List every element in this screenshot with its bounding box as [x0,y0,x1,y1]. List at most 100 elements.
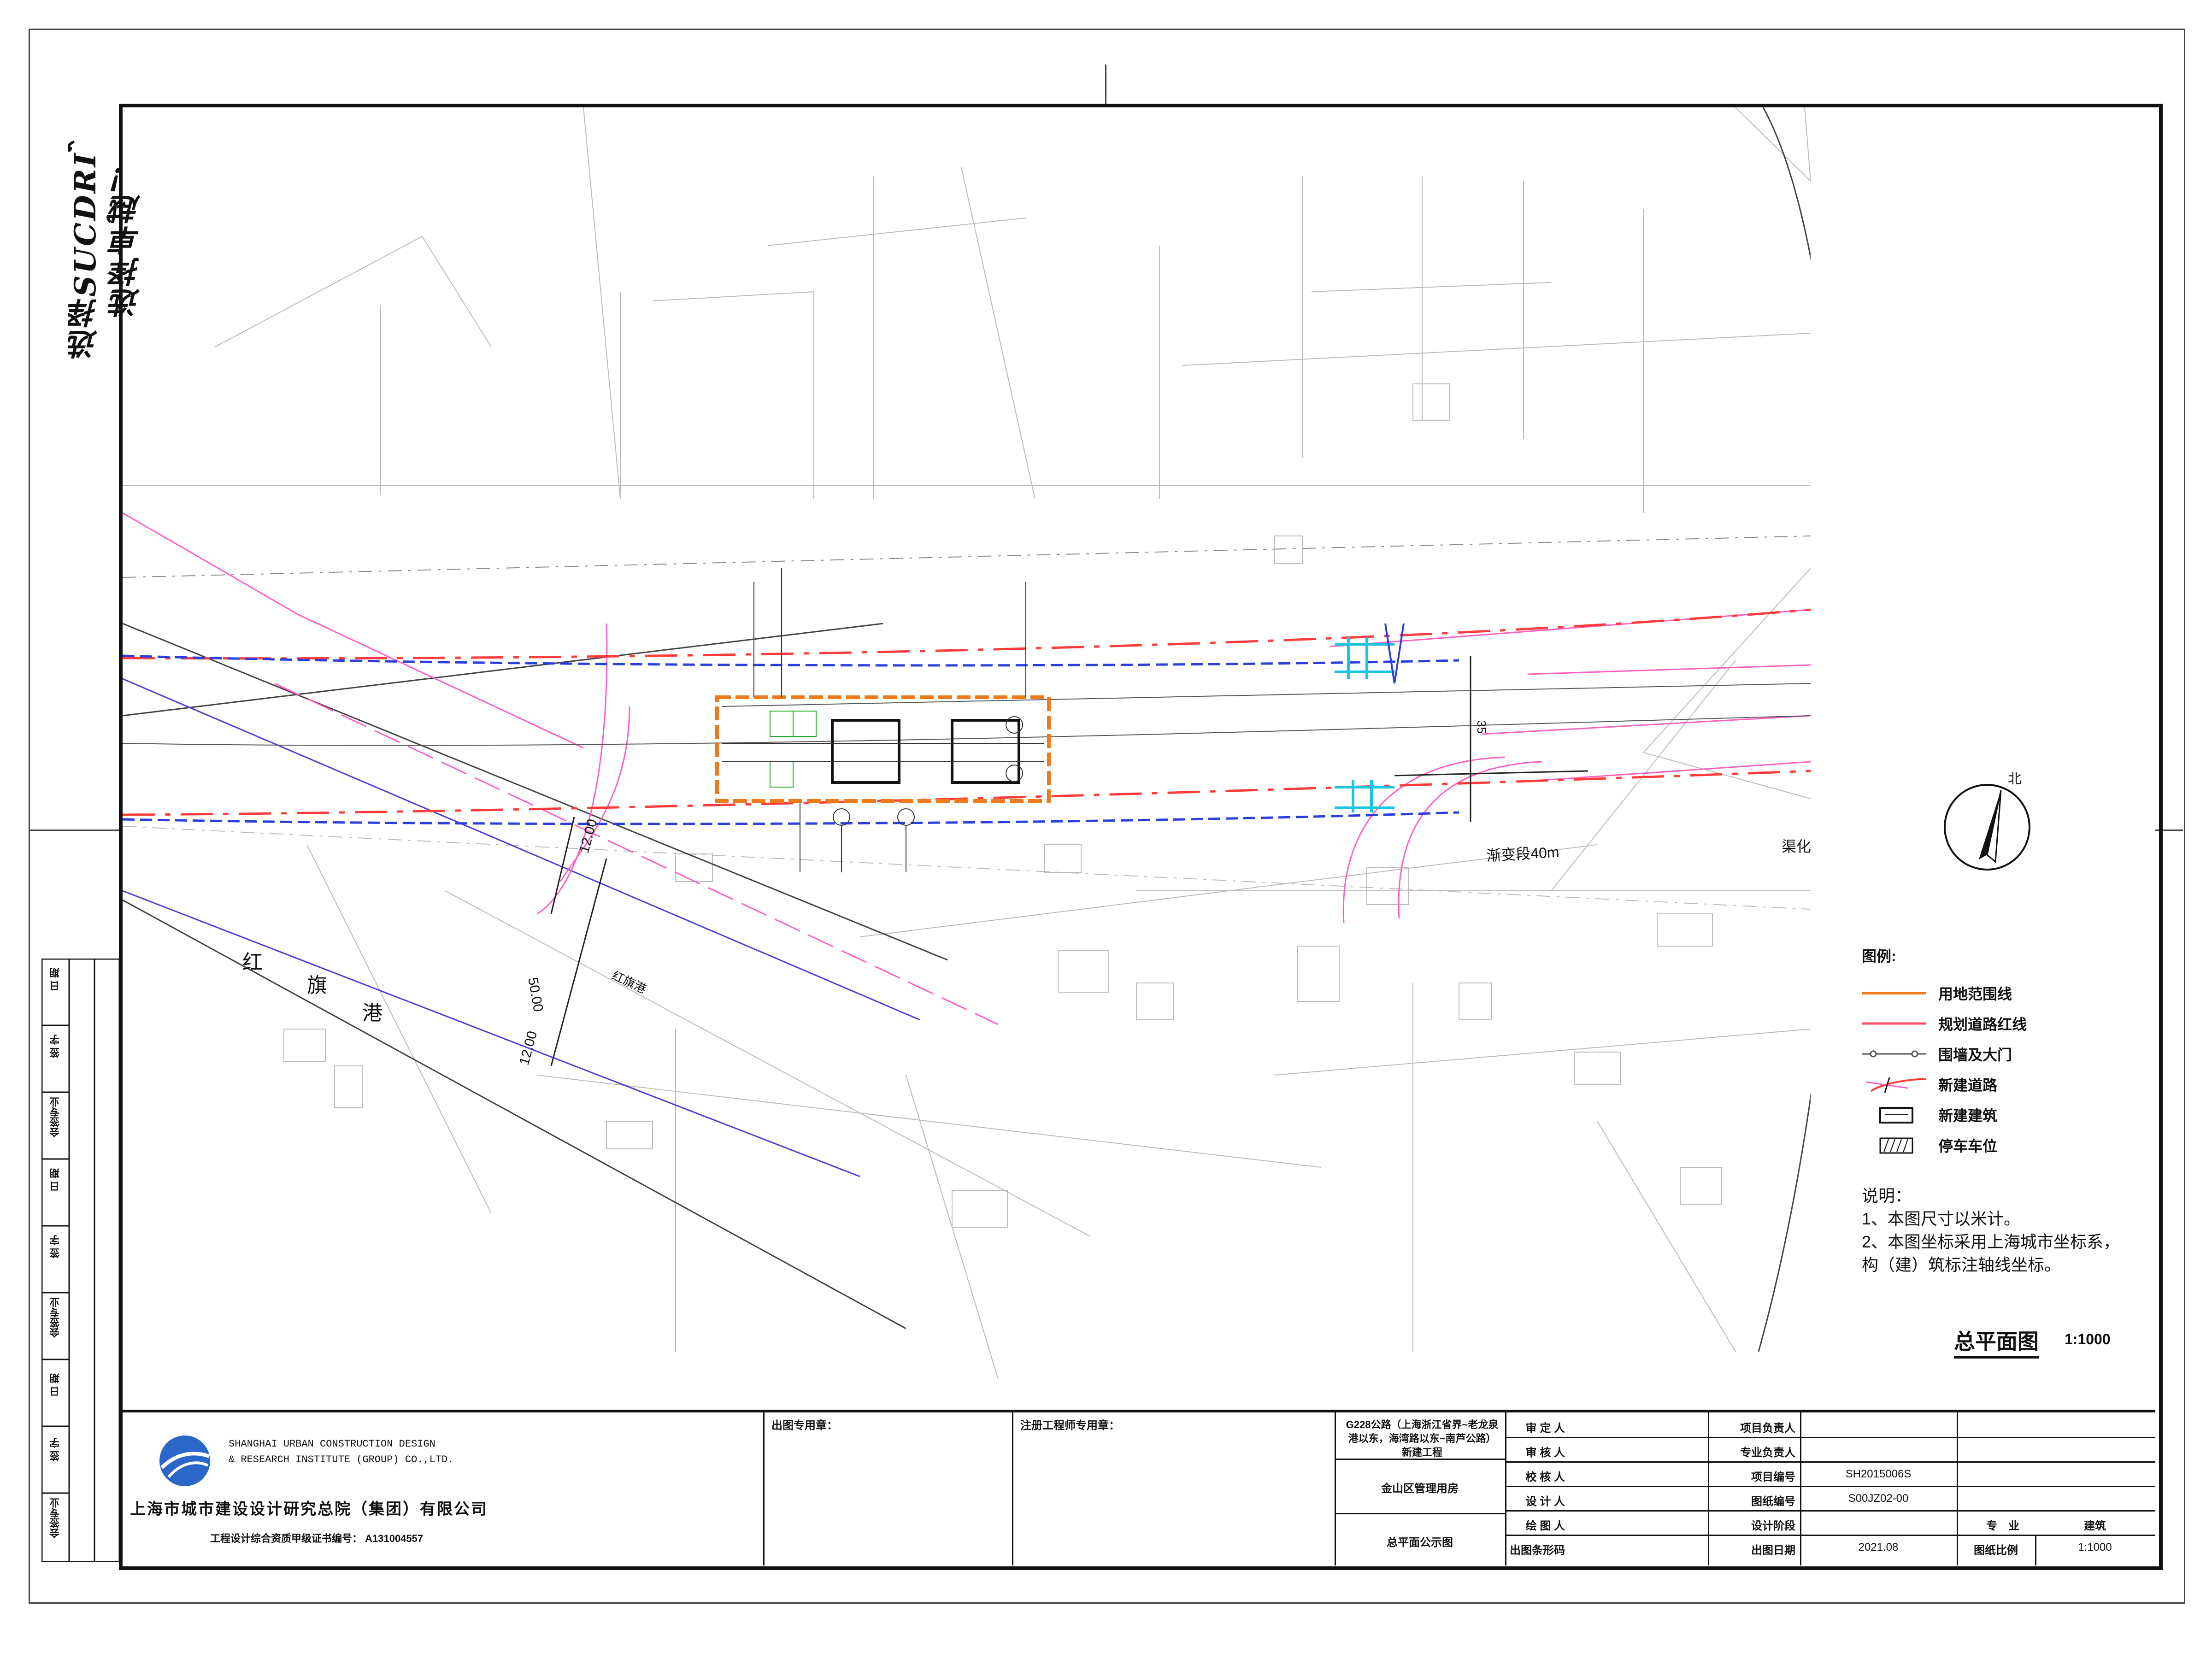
discipline-value: 建筑 [2084,1520,2106,1532]
notes: 说明： 1、本图尺寸以米计。 2、本图坐标采用上海城市坐标系， 构（建）筑标注轴… [1862,1184,2147,1277]
sign-col-label: 会签专业 [49,1297,61,1338]
sign-col-label: 会签专业 [49,1097,61,1137]
sign-col-label: 签 字 [49,1035,61,1058]
site-plan-map: 红 旗 港 50.00 12.00 12.00 红旗港 渐变段40m 渠化 35 [123,107,1811,1410]
legend-item: 用地范围线 [1862,978,2138,1008]
right-label: 出图日期 [1751,1544,1795,1557]
company-slogan: 选择SUCDRI，选择卓越！ [68,120,145,359]
company-name-en: SHANGHAI URBAN CONSTRUCTION DESIGN & RES… [229,1436,453,1468]
title-block: SHANGHAI URBAN CONSTRUCTION DESIGN & RES… [123,1410,2155,1565]
channelize-label: 渠化 [1782,838,1811,855]
river-road-label: 红旗港 [610,968,648,996]
company-logo [159,1435,210,1486]
legend-label: 用地范围线 [1938,986,2012,1002]
issue-date: 2021.08 [1858,1541,1899,1553]
north-arrow-icon [1944,784,2030,871]
dim-width: 50.00 [525,976,546,1013]
site-boundary [715,695,1051,803]
plan-title: 总平面图 [1954,1325,2039,1359]
road-red-lines [123,608,1811,816]
north-label: 北 [2008,771,2022,787]
frame-tick-left [29,830,121,831]
river-boundary-lines [123,623,948,1330]
site-boundary-line-icon [1862,992,1926,994]
legend: 图例: 用地范围线 规划道路红线 围墙及大门 新建道路 新建建筑 停车车位 [1862,945,2138,1160]
sub-project-name: 金山区管理用房 [1381,1483,1459,1495]
role-label: 审 定 人 [1525,1422,1565,1435]
legend-item: 围墙及大门 [1862,1039,2138,1069]
road-blue-lines [123,654,1459,825]
existing-buildings [283,383,1722,1228]
new-building-icon [1879,1107,1913,1124]
river-centerlines [123,678,920,1177]
notes-title: 说明： [1862,1186,1912,1205]
right-label: 项目编号 [1751,1471,1795,1483]
sign-col-label: 签 字 [49,1438,61,1461]
tb-row [1505,1510,2155,1512]
drawing-name: 总平面公示图 [1387,1536,1453,1549]
tb-row [1505,1461,2155,1463]
parking-spaces [770,711,817,788]
taper-label: 渐变段40m [1486,844,1559,864]
role-label: 设 计 人 [1525,1495,1565,1508]
road-red-line-icon [1862,1022,1926,1025]
planning-pink-lines [123,512,1811,1025]
frame-tick-top [1105,65,1106,106]
company-name-cn: 上海市城市建设设计研究总院（集团）有限公司 [130,1501,488,1518]
tb-row [1505,1535,2155,1536]
river-label-3: 港 [362,1002,382,1024]
site-plan-svg: 红 旗 港 50.00 12.00 12.00 红旗港 渐变段40m 渠化 35 [123,107,1811,1380]
engineer-seal-label: 注册工程师专用章： [1020,1419,1120,1432]
right-label: 项目负责人 [1740,1422,1795,1435]
tb-row [1505,1486,2155,1487]
legend-label: 围墙及大门 [1938,1047,2012,1063]
role-label: 绘 图 人 [1525,1520,1565,1532]
tb-row [1335,1513,1505,1514]
note-line: 构（建）筑标注轴线坐标。 [1862,1255,2061,1274]
legend-label: 新建建筑 [1938,1107,1998,1124]
role-label: 审 核 人 [1525,1447,1565,1459]
fence-gate-icon [1862,1050,1926,1058]
road-centerline [123,683,1811,746]
sign-col-label: 签 字 [49,1235,61,1259]
scale-value: 1:1000 [2078,1541,2112,1553]
new-road-icon [1866,1077,1926,1093]
new-building-2 [951,719,1020,784]
right-label: 图纸编号 [1751,1495,1795,1508]
countersign-column: 会签专业 签 字 日 期 会签专业 签 字 日 期 会签专业 签 字 日 期 [41,958,120,1563]
legend-item: 新建建筑 [1862,1100,2138,1130]
tb-divider [1012,1412,1013,1565]
legend-label: 停车车位 [1938,1138,1998,1154]
map-text: 红 旗 港 50.00 12.00 12.00 红旗港 渐变段40m 渠化 35 [242,720,1811,1067]
river-label-1: 红 [242,951,263,974]
company-name-en-line2: & RESEARCH INSTITUTE (GROUP) CO.,LTD. [229,1454,454,1465]
north-arrow [1941,781,2033,873]
license-number: 工程设计综合资质甲级证书编号： A131004557 [210,1533,424,1544]
tb-divider [763,1412,765,1565]
road-dim-label: 35 [1475,720,1488,734]
sign-col-label: 日 期 [49,1373,61,1397]
crosswalks [1335,637,1394,812]
note-line: 1、本图尺寸以米计。 [1862,1209,2021,1228]
legend-label: 新建道路 [1938,1077,1998,1094]
company-name-en-line1: SHANGHAI URBAN CONSTRUCTION DESIGN [229,1438,435,1450]
crosswalk-markers [1384,623,1405,684]
river-label-2: 旗 [307,974,327,997]
legend-item: 新建道路 [1862,1069,2138,1100]
right-label: 专业负责人 [1740,1447,1795,1459]
legend-item: 停车车位 [1862,1130,2138,1160]
drawing-number: S00JZ02-00 [1848,1492,1909,1505]
scale-label: 图纸比例 [1974,1544,2018,1557]
plan-scale: 1:1000 [2065,1331,2111,1347]
role-label: 校 核 人 [1525,1471,1565,1483]
role-label: 出图条形码 [1510,1544,1565,1557]
sign-col-label: 会签专业 [49,1498,61,1538]
parking-space-icon [1879,1137,1913,1154]
project-number: SH2015006S [1845,1468,1912,1480]
new-building-1 [831,719,900,784]
dim-side2: 12.00 [517,1030,540,1067]
legend-label: 规划道路红线 [1938,1016,2027,1033]
tb-row [1505,1437,2155,1438]
project-name: G228公路（上海浙江省界~老龙泉港以东，海湾路以东~南芦公路）新建工程 [1346,1419,1499,1458]
sign-col-label: 日 期 [49,1168,61,1192]
